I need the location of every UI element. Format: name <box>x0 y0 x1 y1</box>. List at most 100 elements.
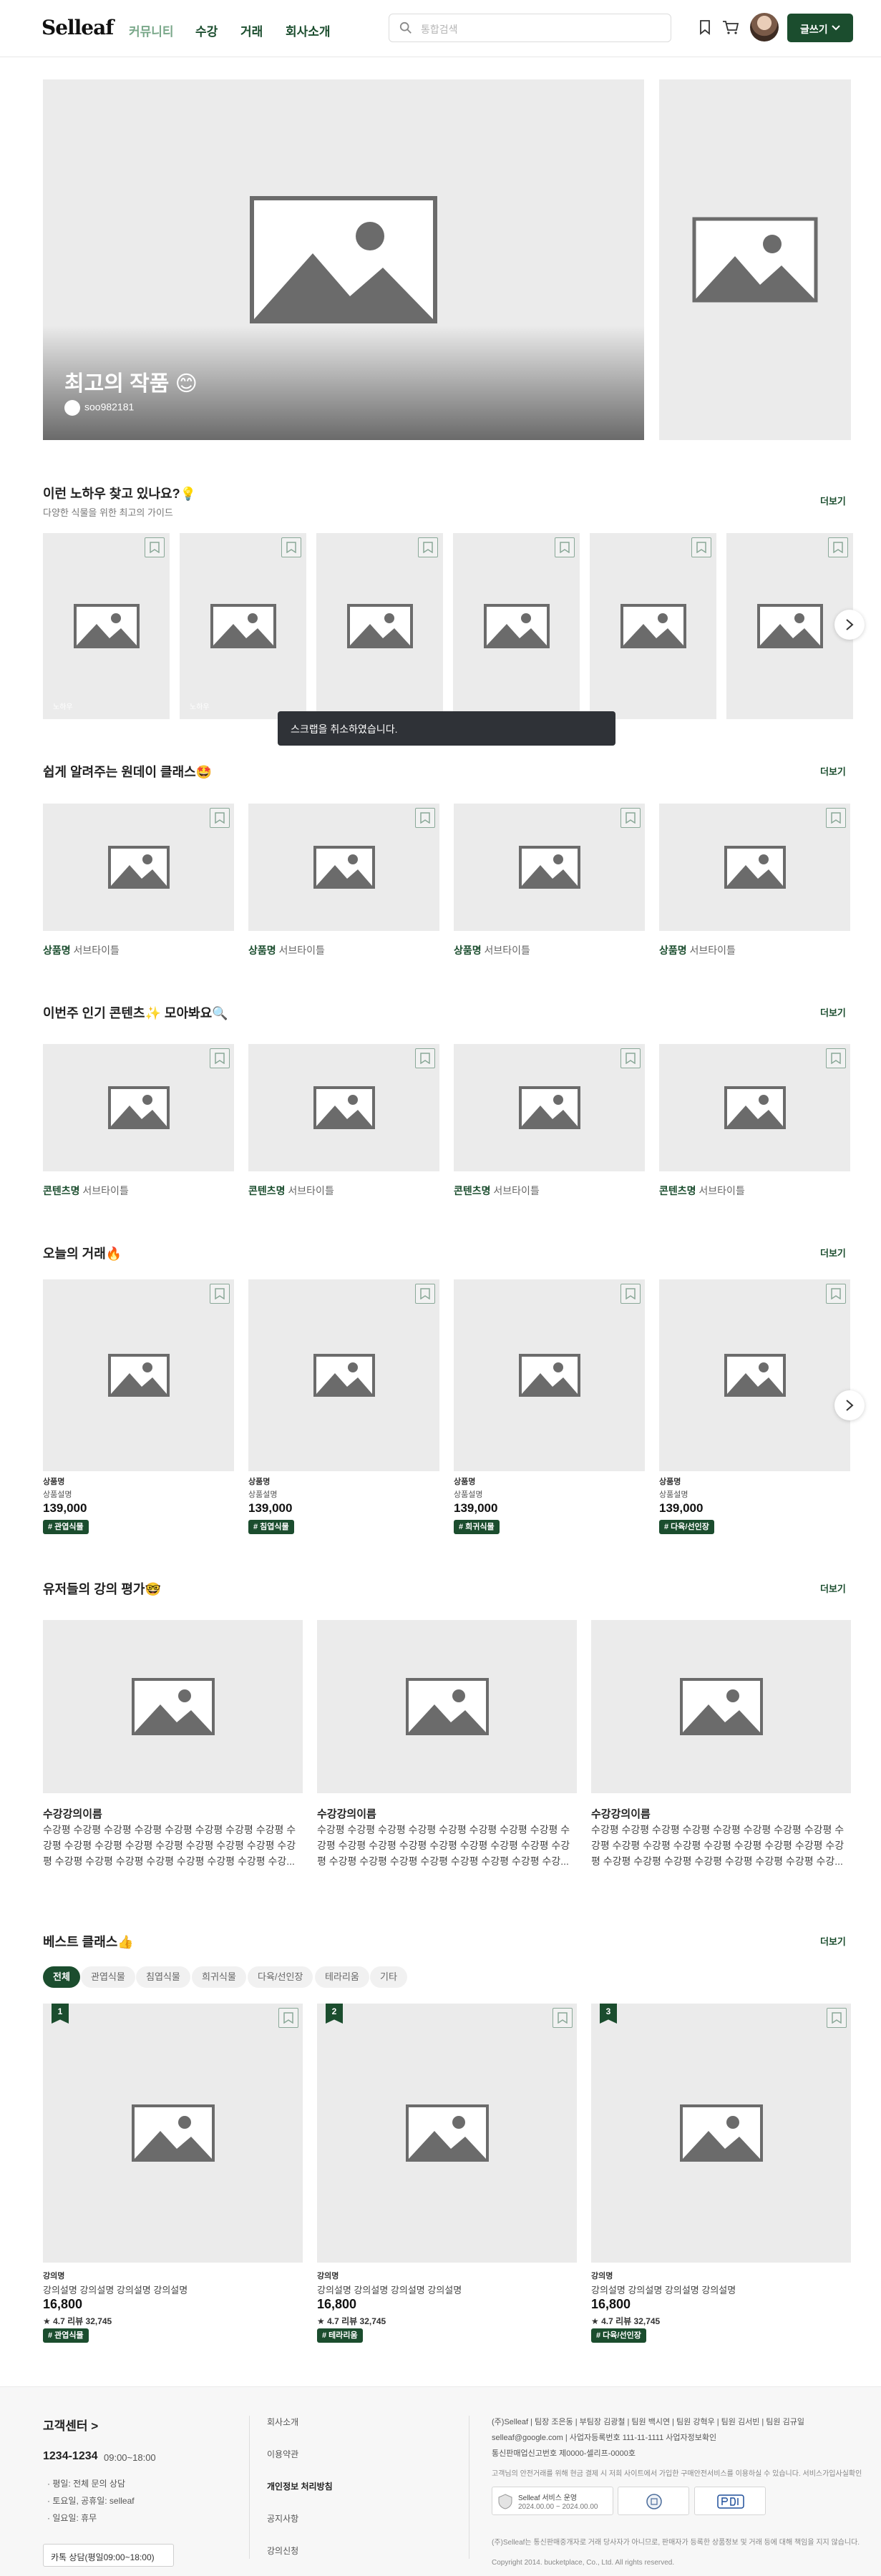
footer-link-terms[interactable]: 이용약관 <box>267 2448 298 2460</box>
trade-card[interactable] <box>248 1279 439 1471</box>
oneday-card[interactable] <box>659 804 850 931</box>
popular-card[interactable] <box>659 1044 850 1171</box>
trade-card-tag[interactable]: # 희귀식물 <box>454 1520 500 1534</box>
carousel-next-button[interactable] <box>834 610 865 640</box>
popular-card[interactable] <box>454 1044 645 1171</box>
nav-trade[interactable]: 거래 <box>240 21 263 39</box>
footer-link-about[interactable]: 회사소개 <box>267 2416 298 2428</box>
bookmark-button[interactable] <box>828 537 848 557</box>
popular-card-label[interactable]: 콘텐츠명 서브타이틀 <box>43 1184 129 1198</box>
cart-icon[interactable] <box>721 18 740 36</box>
review-card[interactable] <box>317 1620 577 1793</box>
oneday-card[interactable] <box>43 804 234 931</box>
filter-chip-all[interactable]: 전체 <box>43 1966 80 1988</box>
filter-chip[interactable]: 희귀식물 <box>192 1966 246 1988</box>
trade-card-tag[interactable]: # 침엽식물 <box>248 1520 294 1534</box>
certification-badge[interactable] <box>618 2487 689 2515</box>
bookmark-button[interactable] <box>278 2008 298 2028</box>
bookmark-button[interactable] <box>826 1284 846 1304</box>
bookmark-button[interactable] <box>827 2008 847 2028</box>
best-card-tag[interactable]: # 테라리움 <box>317 2328 363 2343</box>
bookmark-button[interactable] <box>145 537 165 557</box>
hero-side-banner[interactable] <box>659 79 851 440</box>
bookmark-button[interactable] <box>415 1284 435 1304</box>
knowhow-card[interactable]: 노하우 <box>180 533 306 719</box>
logo[interactable]: Selleaf <box>42 16 114 39</box>
bookmark-button[interactable] <box>415 808 435 828</box>
trade-card-tag[interactable]: # 다육/선인장 <box>659 1520 714 1534</box>
oneday-card-label[interactable]: 상품명 서브타이틀 <box>43 943 120 957</box>
best-card-tag[interactable]: # 다육/선인장 <box>591 2328 646 2343</box>
oneday-card[interactable] <box>248 804 439 931</box>
best-card[interactable]: 3 <box>591 2004 851 2263</box>
popular-card[interactable] <box>43 1044 234 1171</box>
best-more-link[interactable]: 더보기 <box>820 1934 846 1948</box>
review-card[interactable] <box>43 1620 303 1793</box>
bookmark-button[interactable] <box>826 1048 846 1068</box>
kakao-chat-button[interactable]: 카톡 상담(평일09:00~18:00) <box>43 2544 174 2567</box>
bookmark-button[interactable] <box>620 1048 641 1068</box>
bookmark-button[interactable] <box>418 537 438 557</box>
nav-community[interactable]: 커뮤니티 <box>129 21 174 39</box>
footer-link-privacy[interactable]: 개인정보 처리방침 <box>267 2480 333 2492</box>
knowhow-more-link[interactable]: 더보기 <box>820 494 846 507</box>
bookmark-button[interactable] <box>210 1284 230 1304</box>
filter-chip[interactable]: 기타 <box>370 1966 407 1988</box>
bookmark-button[interactable] <box>826 808 846 828</box>
search-input[interactable]: 통합검색 <box>389 14 671 42</box>
bookmark-button[interactable] <box>691 537 711 557</box>
bookmark-button[interactable] <box>210 1048 230 1068</box>
reviews-more-link[interactable]: 더보기 <box>820 1581 846 1595</box>
trade-card-tag[interactable]: # 관엽식물 <box>43 1520 89 1534</box>
footer-link-notice[interactable]: 공지사항 <box>267 2512 298 2524</box>
oneday-card[interactable] <box>454 804 645 931</box>
knowhow-card[interactable] <box>590 533 716 719</box>
carousel-next-button[interactable] <box>834 1390 865 1420</box>
bookmark-button[interactable] <box>553 2008 573 2028</box>
bookmark-button[interactable] <box>415 1048 435 1068</box>
filter-chip[interactable]: 다육/선인장 <box>248 1966 313 1988</box>
write-button[interactable]: 글쓰기 <box>787 14 853 42</box>
filter-chip[interactable]: 관엽식물 <box>81 1966 135 1988</box>
disclaimer: (주)Selleaf는 통신판매중개자로 거래 당사자가 아니므로, 판매자가 … <box>492 2539 860 2547</box>
hero-author[interactable]: soo982181 <box>64 400 134 416</box>
best-card[interactable]: 1 <box>43 2004 303 2263</box>
review-card[interactable] <box>591 1620 851 1793</box>
knowhow-card[interactable]: 노하우 <box>43 533 170 719</box>
bookmark-button[interactable] <box>620 808 641 828</box>
bookmark-button[interactable] <box>620 1284 641 1304</box>
knowhow-card[interactable] <box>316 533 443 719</box>
bookmark-button[interactable] <box>210 808 230 828</box>
bookmark-icon[interactable] <box>696 18 714 36</box>
trade-card[interactable] <box>659 1279 850 1471</box>
oneday-more-link[interactable]: 더보기 <box>820 764 846 778</box>
best-card[interactable]: 2 <box>317 2004 577 2263</box>
knowhow-card[interactable] <box>453 533 580 719</box>
popular-card-label[interactable]: 콘텐츠명 서브타이틀 <box>248 1184 334 1198</box>
best-card-tag[interactable]: # 관엽식물 <box>43 2328 89 2343</box>
footer-link-apply[interactable]: 강의신청 <box>267 2545 298 2557</box>
card-subtitle: 서브타이틀 <box>82 1185 129 1196</box>
customer-center-link[interactable]: 고객센터 > <box>43 2416 98 2434</box>
trade-card[interactable] <box>43 1279 234 1471</box>
popular-card[interactable] <box>248 1044 439 1171</box>
popular-card-label[interactable]: 콘텐츠명 서브타이틀 <box>659 1184 745 1198</box>
trade-card[interactable] <box>454 1279 645 1471</box>
nav-courses[interactable]: 수강 <box>195 21 218 39</box>
oneday-card-label[interactable]: 상품명 서브타이틀 <box>248 943 325 957</box>
filter-chip[interactable]: 테라리움 <box>315 1966 369 1988</box>
popular-more-link[interactable]: 더보기 <box>820 1005 846 1019</box>
filter-chip[interactable]: 침엽식물 <box>136 1966 190 1988</box>
pg-badge[interactable] <box>694 2487 766 2515</box>
bookmark-button[interactable] <box>555 537 575 557</box>
trade-more-link[interactable]: 더보기 <box>820 1246 846 1259</box>
popular-card-label[interactable]: 콘텐츠명 서브타이틀 <box>454 1184 540 1198</box>
author-avatar <box>64 400 80 416</box>
bookmark-button[interactable] <box>281 537 301 557</box>
best-card-desc: 강의설명 강의설명 강의설명 강의설명 <box>317 2285 462 2296</box>
hero-banner[interactable]: 최고의 작품 😊 soo982181 <box>43 79 644 440</box>
nav-about[interactable]: 회사소개 <box>286 21 331 39</box>
oneday-card-label[interactable]: 상품명 서브타이틀 <box>659 943 736 957</box>
avatar[interactable] <box>750 13 779 42</box>
oneday-card-label[interactable]: 상품명 서브타이틀 <box>454 943 530 957</box>
